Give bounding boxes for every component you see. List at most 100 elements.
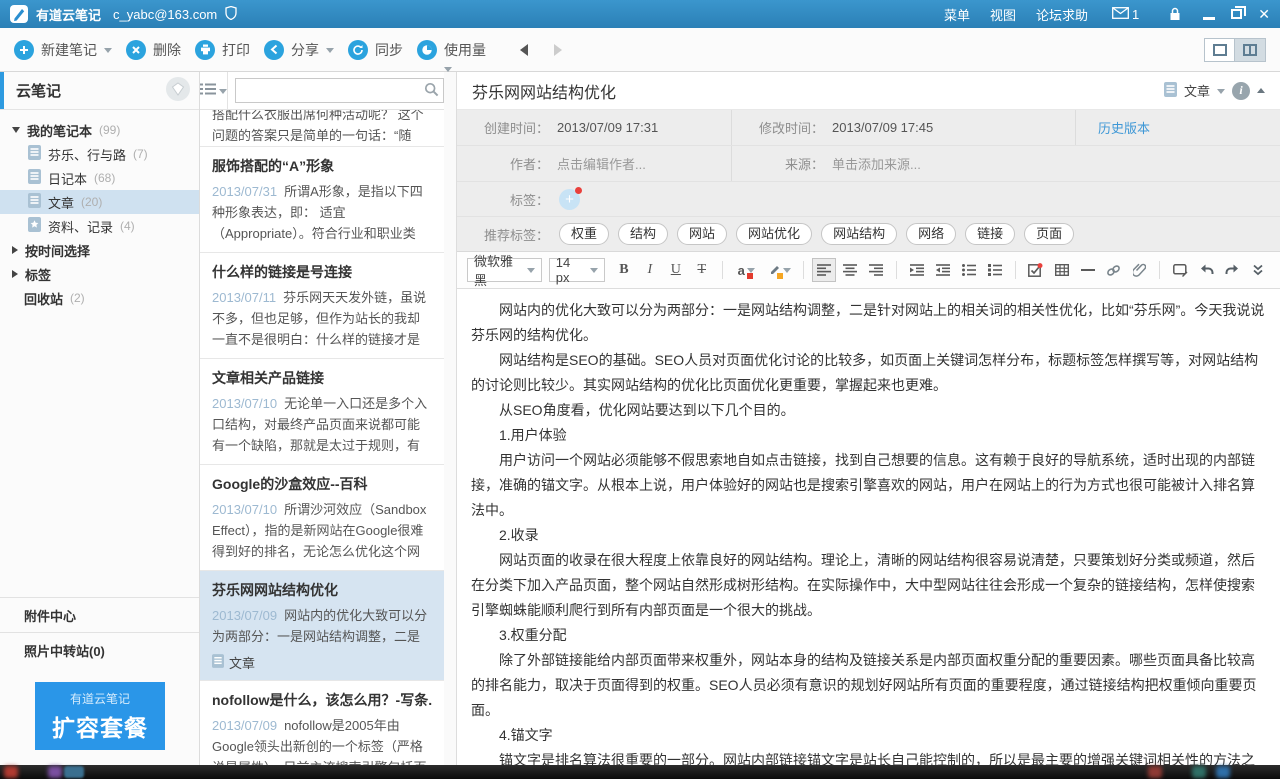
close-button[interactable]: ✕ xyxy=(1258,7,1270,21)
sidebar-item-trash[interactable]: 回收站 (2) xyxy=(0,286,199,310)
align-center-button[interactable] xyxy=(838,258,862,282)
bullet-list-button[interactable] xyxy=(957,258,981,282)
bold-button[interactable]: B xyxy=(612,258,636,282)
paragraph[interactable]: 从SEO角度看，优化网站要达到以下几个目的。 xyxy=(471,398,1266,423)
suggested-tag[interactable]: 网站优化 xyxy=(736,223,812,245)
todo-checkbox-button[interactable] xyxy=(1024,258,1048,282)
italic-button[interactable]: I xyxy=(638,258,662,282)
indent-increase-button[interactable] xyxy=(905,258,929,282)
attachment-center-link[interactable]: 附件中心 xyxy=(0,597,199,632)
add-tag-button[interactable]: + xyxy=(559,189,580,210)
lock-button[interactable] xyxy=(1169,7,1181,21)
font-color-button[interactable]: a xyxy=(731,258,762,282)
collapse-meta-chevron-icon[interactable] xyxy=(1257,84,1265,93)
underline-button[interactable]: U xyxy=(664,258,688,282)
view-two-pane-button[interactable] xyxy=(1235,38,1266,62)
info-icon[interactable]: i xyxy=(1232,82,1250,100)
note-list-item-selected[interactable]: 芬乐网网站结构优化 2013/07/09网站内的优化大致可以分为两部分：一是网站… xyxy=(200,571,444,681)
note-list-item[interactable]: 服饰搭配的“A”形象 2013/07/31所谓A形象，是指以下四种形象表达，即：… xyxy=(200,147,444,253)
paragraph[interactable]: 1.用户体验 xyxy=(471,423,1266,448)
numbered-list-button[interactable] xyxy=(983,258,1007,282)
print-button[interactable]: 打印 xyxy=(195,40,250,60)
sidebar-item-notebook[interactable]: 日记本 (68) xyxy=(0,166,199,190)
undo-button[interactable] xyxy=(1194,258,1218,282)
windows-taskbar[interactable] xyxy=(0,765,1280,779)
collapse-arrow-icon[interactable] xyxy=(12,246,18,254)
collapse-arrow-icon[interactable] xyxy=(12,270,18,278)
paragraph[interactable]: 4.锚文字 xyxy=(471,723,1266,748)
paragraph[interactable]: 网站结构是SEO的基础。SEO人员对页面优化讨论的比较多，如页面上关键词怎样分布… xyxy=(471,348,1266,398)
menu-button[interactable]: 菜单 xyxy=(944,5,970,24)
suggested-tag[interactable]: 网站结构 xyxy=(821,223,897,245)
notebook-selector[interactable]: 文章 xyxy=(1184,81,1210,100)
restore-button[interactable] xyxy=(1231,9,1242,19)
note-list-item[interactable]: 文章相关产品链接 2013/07/10无论单一入口还是多个入口结构，对最终产品页… xyxy=(200,359,444,465)
sidebar-item-notebook[interactable]: 芬乐、行与路 (7) xyxy=(0,142,199,166)
view-menu-button[interactable]: 视图 xyxy=(990,5,1016,24)
redo-button[interactable] xyxy=(1220,258,1244,282)
font-size-select[interactable]: 14 px xyxy=(549,258,605,282)
note-content[interactable]: 网站内的优化大致可以分为两部分：一是网站结构调整，二是针对网站上的相关词的相关性… xyxy=(457,289,1280,765)
photo-station-link[interactable]: 照片中转站(0) xyxy=(0,632,199,667)
suggested-tag[interactable]: 结构 xyxy=(618,223,668,245)
mail-button[interactable]: 1 xyxy=(1112,7,1139,22)
upgrade-gem-button[interactable] xyxy=(165,76,191,105)
account-shield-icon[interactable] xyxy=(225,6,237,23)
sidebar-item-my-notebooks[interactable]: 我的笔记本 (99) xyxy=(0,118,199,142)
paragraph[interactable]: 网站内的优化大致可以分为两部分：一是网站结构调整，二是针对网站上的相关词的相关性… xyxy=(471,298,1266,348)
indent-decrease-button[interactable] xyxy=(931,258,955,282)
usage-button[interactable]: 使用量 xyxy=(417,40,486,60)
highlight-block-button[interactable] xyxy=(1168,258,1192,282)
new-note-button[interactable]: 新建笔记 xyxy=(14,40,112,60)
share-button[interactable]: 分享 xyxy=(264,40,334,60)
note-title[interactable]: 芬乐网网站结构优化 xyxy=(472,79,616,103)
paragraph[interactable]: 3.权重分配 xyxy=(471,623,1266,648)
paragraph[interactable]: 用户访问一个网站必须能够不假思索地自如点击链接，找到自己想要的信息。这有赖于良好… xyxy=(471,448,1266,523)
paragraph[interactable]: 除了外部链接能给内部页面带来权重外，网站本身的结构及链接关系是内部页面权重分配的… xyxy=(471,648,1266,723)
forum-help-button[interactable]: 论坛求助 xyxy=(1036,5,1088,24)
storage-upgrade-ad[interactable]: 有道云笔记 扩容套餐 xyxy=(35,682,165,750)
note-list-item[interactable]: Google的沙盒效应--百科 2013/07/10所谓沙河效应（Sandbox… xyxy=(200,465,444,571)
paragraph[interactable]: 网站页面的收录在很大程度上依靠良好的网站结构。理论上，清晰的网站结构很容易说清楚… xyxy=(471,548,1266,623)
history-forward-button[interactable] xyxy=(554,44,568,56)
chevron-down-icon[interactable] xyxy=(1217,89,1225,98)
note-list-item[interactable]: 搭配什么衣服出席何种活动呢？ 这个问题的答案只是简单的一句话：“随意。”没有..… xyxy=(200,110,444,147)
sidebar-item-by-time[interactable]: 按时间选择 xyxy=(0,238,199,262)
list-scrollbar[interactable] xyxy=(444,72,457,765)
suggested-tag[interactable]: 权重 xyxy=(559,223,609,245)
paragraph[interactable]: 2.收录 xyxy=(471,523,1266,548)
font-family-select[interactable]: 微软雅黑 xyxy=(467,258,542,282)
sort-order-button[interactable] xyxy=(200,72,228,109)
note-list-item[interactable]: 什么样的链接是号连接 2013/07/11芬乐网天天发外链，虽说不多，但也足够，… xyxy=(200,253,444,359)
source-field[interactable]: 单击添加来源... xyxy=(832,154,921,173)
sidebar-item-notebook[interactable]: 资料、记录 (4) xyxy=(0,214,199,238)
note-list-item[interactable]: nofollow是什么，该怎么用？-写条... 2013/07/09nofoll… xyxy=(200,681,444,765)
search-options-chevron-icon[interactable] xyxy=(444,67,452,91)
suggested-tag[interactable]: 网站 xyxy=(677,223,727,245)
align-right-button[interactable] xyxy=(864,258,888,282)
chevron-down-icon[interactable] xyxy=(104,48,112,57)
strikethrough-button[interactable]: T xyxy=(690,258,714,282)
search-input[interactable] xyxy=(236,83,424,98)
more-tools-chevron-button[interactable] xyxy=(1246,258,1270,282)
history-versions-link[interactable]: 历史版本 xyxy=(1098,118,1150,137)
view-single-pane-button[interactable] xyxy=(1204,38,1235,62)
horizontal-rule-button[interactable] xyxy=(1076,258,1100,282)
expand-arrow-icon[interactable] xyxy=(12,127,20,133)
chevron-down-icon[interactable] xyxy=(326,48,334,57)
insert-link-button[interactable] xyxy=(1102,258,1126,282)
sidebar-item-tags[interactable]: 标签 xyxy=(0,262,199,286)
delete-button[interactable]: 删除 xyxy=(126,40,181,60)
author-field[interactable]: 点击编辑作者... xyxy=(557,154,646,173)
search-icon[interactable] xyxy=(424,82,439,100)
highlight-color-button[interactable] xyxy=(764,258,795,282)
insert-table-button[interactable] xyxy=(1050,258,1074,282)
attachment-button[interactable] xyxy=(1127,258,1151,282)
align-left-button[interactable] xyxy=(812,258,836,282)
history-back-button[interactable] xyxy=(514,44,528,56)
minimize-button[interactable] xyxy=(1203,17,1215,20)
suggested-tag[interactable]: 网络 xyxy=(906,223,956,245)
sidebar-item-notebook-selected[interactable]: 文章 (20) xyxy=(0,190,199,214)
sync-button[interactable]: 同步 xyxy=(348,40,403,60)
suggested-tag[interactable]: 链接 xyxy=(965,223,1015,245)
